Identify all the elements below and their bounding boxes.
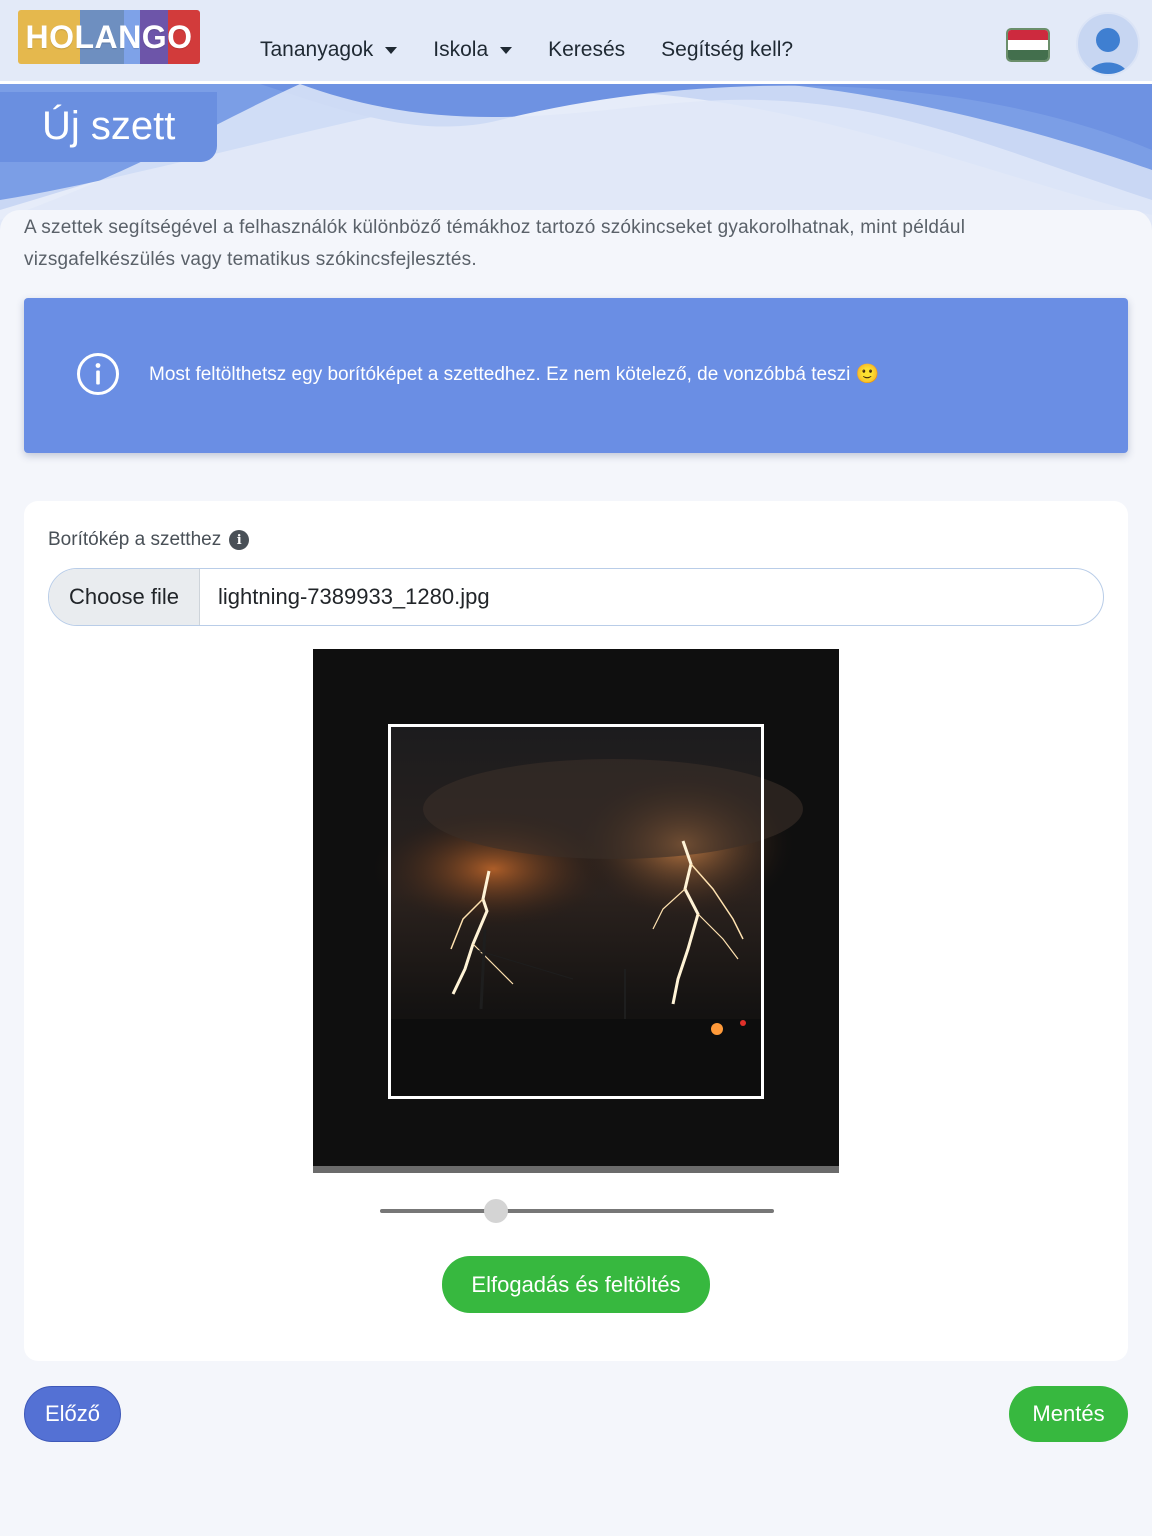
accept-upload-button[interactable]: Elfogadás és feltöltés	[442, 1256, 710, 1313]
nav-label: Iskola	[433, 38, 489, 61]
previous-button[interactable]: Előző	[24, 1386, 121, 1442]
nav-segitseg[interactable]: Segítség kell?	[661, 38, 793, 62]
choose-file-button[interactable]: Choose file	[49, 569, 200, 625]
cover-image-label: Borítókép a szetthez i	[48, 529, 250, 551]
nav-iskola[interactable]: Iskola	[433, 38, 513, 62]
main-nav: Tananyagok Iskola Keresés Segítség kell?	[260, 38, 829, 62]
logo-text: HOLANGO	[25, 18, 193, 55]
nav-label: Segítség kell?	[661, 38, 794, 61]
nav-label: Keresés	[548, 38, 626, 61]
info-circle-icon	[76, 352, 120, 396]
alert-text: Most feltölthetsz egy borítóképet a szet…	[149, 364, 880, 385]
file-input[interactable]: Choose file lightning-7389933_1280.jpg	[48, 568, 1104, 626]
zoom-slider-thumb[interactable]	[484, 1199, 508, 1223]
crop-selection-frame[interactable]	[388, 724, 764, 1099]
zoom-slider-track[interactable]	[380, 1209, 774, 1213]
cropper-bottom-bar	[313, 1166, 839, 1173]
hungarian-flag-icon[interactable]	[1006, 28, 1050, 62]
user-avatar-icon[interactable]	[1076, 12, 1140, 76]
zoom-slider[interactable]	[380, 1199, 774, 1223]
intro-text: A szettek segítségével a felhasználók kü…	[24, 217, 966, 270]
selected-file-name: lightning-7389933_1280.jpg	[218, 584, 490, 609]
holango-logo[interactable]: HOLANGO	[18, 10, 200, 64]
caret-down-icon	[500, 46, 513, 54]
info-icon[interactable]: i	[229, 530, 250, 550]
save-button[interactable]: Mentés	[1009, 1386, 1128, 1442]
nav-tananyagok[interactable]: Tananyagok	[260, 38, 398, 62]
caret-down-icon	[385, 46, 398, 54]
nav-kereses[interactable]: Keresés	[548, 38, 625, 62]
page-title: Új szett	[42, 104, 176, 148]
cover-image-label-text: Borítókép a szetthez	[48, 529, 222, 550]
nav-label: Tananyagok	[260, 38, 374, 61]
